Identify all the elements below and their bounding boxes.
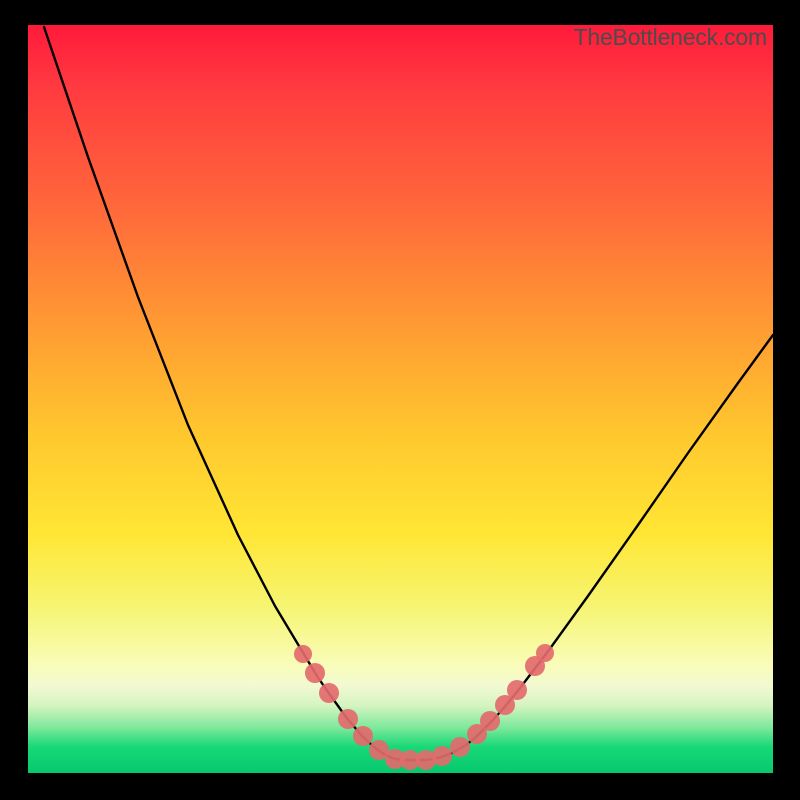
marker-right-group-4: [507, 680, 527, 700]
curve-right-branch: [412, 335, 773, 760]
marker-left-group-3: [338, 709, 358, 729]
chart-frame: TheBottleneck.com: [28, 25, 773, 773]
marker-right-group-2: [480, 711, 500, 731]
marker-left-group-4: [353, 726, 373, 746]
curve-left-branch: [44, 27, 412, 760]
chart-svg: [28, 25, 773, 773]
marker-right-group-6: [536, 644, 554, 662]
marker-right-group-0: [450, 737, 470, 757]
marker-left-group-2: [319, 683, 339, 703]
marker-left-group-1: [305, 663, 325, 683]
marker-bottom-group-3: [432, 746, 452, 766]
marker-left-group-0: [294, 645, 312, 663]
